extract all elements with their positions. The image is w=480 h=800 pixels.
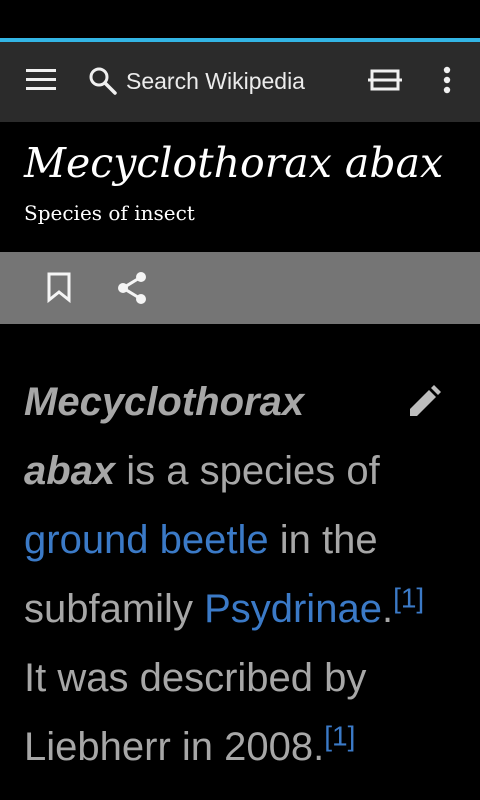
reference-link[interactable]: [1] (324, 721, 355, 752)
search-input[interactable]: Search Wikipedia (126, 67, 305, 95)
page-action-bar (0, 252, 480, 324)
status-bar (0, 0, 480, 38)
link-ground-beetle[interactable]: ground beetle (24, 518, 269, 562)
article-content: Mecyclothorax abax is a species of groun… (0, 324, 480, 800)
bookmark-icon[interactable] (47, 272, 73, 304)
page-title: Mecyclothorax abax (24, 139, 444, 187)
article-text: . (381, 587, 394, 631)
reference-link[interactable]: [1] (393, 583, 424, 614)
toolbar: Search Wikipedia (0, 42, 480, 122)
edit-button[interactable] (372, 368, 442, 428)
page-description: Species of insect (24, 201, 195, 225)
article-header: Mecyclothorax abax Species of insect (0, 122, 480, 252)
share-icon[interactable] (116, 271, 148, 305)
pencil-icon (410, 385, 441, 416)
article-text: is a species of (115, 449, 380, 493)
article-paragraph: Mecyclothorax abax is a species of groun… (24, 368, 454, 782)
overflow-menu-icon[interactable] (442, 66, 452, 96)
tabs-icon[interactable] (368, 69, 402, 93)
search-icon[interactable] (88, 66, 118, 96)
menu-icon[interactable] (26, 69, 58, 93)
article-text: It was described by Liebherr in 2008. (24, 656, 367, 769)
link-psydrinae[interactable]: Psydrinae (204, 587, 382, 631)
